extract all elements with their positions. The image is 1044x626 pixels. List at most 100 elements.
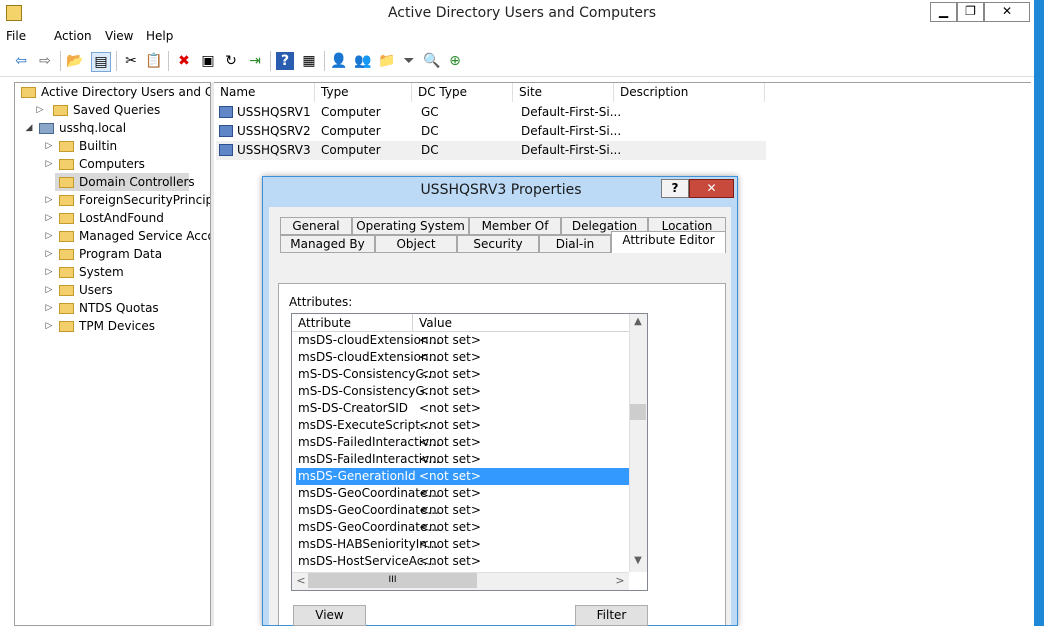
column-header-type[interactable]: Type	[315, 83, 412, 102]
expand-icon[interactable]: ▷	[44, 281, 54, 299]
attribute-row[interactable]: msDS-HostServiceAc... <not set>	[296, 553, 629, 570]
column-header-dc-type[interactable]: DC Type	[412, 83, 513, 102]
menu-action[interactable]: Action	[54, 28, 92, 46]
toolbar: ⇦ ⇨ 📂 ▤ ✂ 📋 ✖ ▣ ↻ ⇥ ? ▦ 👤 👥 📁 ⏷ 🔍 ⊕	[0, 46, 1034, 77]
expand-icon[interactable]: ▷	[44, 209, 54, 227]
dialog-close-button[interactable]: ✕	[689, 179, 734, 198]
tab-operating-system[interactable]: Operating System	[352, 217, 469, 235]
help-icon[interactable]: ?	[276, 52, 294, 70]
list-row[interactable]: USSHQSRV1 Computer GC Default-First-Si..…	[216, 103, 766, 122]
view-button[interactable]: View	[293, 605, 366, 626]
minimize-button[interactable]: ▁	[930, 2, 957, 22]
computer-icon	[219, 144, 233, 156]
menu-help[interactable]: Help	[146, 28, 173, 46]
tab-managed-by[interactable]: Managed By	[280, 235, 375, 253]
expand-icon[interactable]: ▷	[44, 137, 54, 155]
find-icon[interactable]: 🔍	[423, 52, 441, 70]
new-user-icon[interactable]: 👤	[330, 52, 348, 70]
folder-icon	[59, 231, 74, 242]
attribute-row[interactable]: msDS-cloudExtension... <not set>	[296, 332, 629, 349]
attribute-row-selected[interactable]: msDS-GenerationId <not set>	[296, 468, 629, 485]
tab-dial-in[interactable]: Dial-in	[539, 235, 611, 253]
delete-icon[interactable]: ✖	[175, 52, 193, 70]
attribute-row[interactable]: msDS-HABSeniorityIn... <not set>	[296, 536, 629, 553]
computer-icon	[219, 125, 233, 137]
properties-icon[interactable]: ▣	[199, 52, 217, 70]
attribute-row[interactable]: msDS-FailedInteractiv... <not set>	[296, 451, 629, 468]
attribute-list[interactable]: Attribute Value msDS-cloudExtension... <n…	[291, 313, 648, 591]
attribute-row[interactable]: msDS-GeoCoordinate... <not set>	[296, 519, 629, 536]
scroll-up-icon[interactable]: ▲	[630, 316, 646, 327]
expand-icon[interactable]: ▷	[44, 155, 54, 173]
tab-general[interactable]: General	[280, 217, 352, 235]
attribute-row[interactable]: msDS-FailedInteractiv... <not set>	[296, 434, 629, 451]
tab-security[interactable]: Security	[457, 235, 539, 253]
toolbar-separator	[270, 51, 271, 71]
paste-icon[interactable]: 📋	[145, 52, 163, 70]
column-header-value[interactable]: Value	[413, 314, 629, 332]
scroll-right-icon[interactable]: >	[612, 574, 628, 587]
expand-icon[interactable]: ▷	[44, 245, 54, 263]
expand-icon[interactable]: ▷	[44, 263, 54, 281]
tab-object[interactable]: Object	[375, 235, 457, 253]
column-header-name[interactable]: Name	[214, 83, 315, 102]
close-button[interactable]: ✕	[984, 2, 1030, 22]
tree-pane[interactable]: Active Directory Users and Com ▷ Saved Q…	[14, 82, 210, 626]
dialog-body: General Operating System Member Of Deleg…	[269, 207, 731, 626]
column-header-description[interactable]: Description	[614, 83, 765, 102]
computer-icon	[219, 106, 233, 118]
tab-member-of[interactable]: Member Of	[469, 217, 561, 235]
refresh-icon[interactable]: ↻	[222, 52, 240, 70]
dialog-help-button[interactable]: ?	[661, 179, 689, 198]
attribute-row[interactable]: msDS-cloudExtension... <not set>	[296, 349, 629, 366]
folder-icon	[59, 213, 74, 224]
maximize-button[interactable]: ❐	[957, 2, 984, 22]
expand-icon[interactable]: ▷	[35, 101, 45, 119]
folder-icon	[59, 195, 74, 206]
expand-icon[interactable]: ▷	[44, 299, 54, 317]
attribute-row[interactable]: mS-DS-ConsistencyC... <not set>	[296, 366, 629, 383]
expand-icon[interactable]: ▷	[44, 191, 54, 209]
back-arrow-icon[interactable]: ⇦	[12, 52, 30, 70]
list-row[interactable]: USSHQSRV3 Computer DC Default-First-Si..…	[216, 141, 766, 160]
column-header-site[interactable]: Site	[513, 83, 614, 102]
forward-arrow-icon[interactable]: ⇨	[36, 52, 54, 70]
scroll-left-icon[interactable]: <	[293, 574, 309, 587]
filter-icon[interactable]: ⏷	[400, 52, 418, 70]
attribute-row[interactable]: mS-DS-ConsistencyG... <not set>	[296, 383, 629, 400]
attribute-row[interactable]: msDS-GeoCoordinate... <not set>	[296, 502, 629, 519]
toolbar-separator	[324, 51, 325, 71]
filter-button[interactable]: Filter	[575, 605, 648, 626]
vertical-scrollbar[interactable]	[629, 314, 647, 572]
column-header-attribute[interactable]: Attribute	[292, 314, 413, 332]
menu-file[interactable]: File	[6, 28, 26, 46]
cut-icon[interactable]: ✂	[122, 52, 140, 70]
scroll-down-icon[interactable]: ▼	[630, 555, 646, 566]
add-to-group-icon[interactable]: ⊕	[446, 52, 464, 70]
expand-icon[interactable]: ▷	[44, 227, 54, 245]
collapse-icon[interactable]: ◢	[24, 119, 34, 137]
menu-view[interactable]: View	[105, 28, 133, 46]
toolbar-separator	[60, 51, 61, 71]
properties-dialog: USSHQSRV3 Properties ? ✕ General Operati…	[262, 176, 738, 626]
tab-attribute-editor[interactable]: Attribute Editor	[611, 231, 726, 253]
tree-item-domain-controllers[interactable]: Domain Controllers	[55, 173, 195, 191]
ou-folder-icon	[59, 177, 74, 188]
list-row[interactable]: USSHQSRV2 Computer DC Default-First-Si..…	[216, 122, 766, 141]
vertical-scroll-thumb[interactable]	[630, 404, 646, 420]
new-group-icon[interactable]: 👥	[354, 52, 372, 70]
horizontal-scroll-thumb[interactable]: III	[308, 573, 477, 588]
console-icon[interactable]: ▦	[300, 52, 318, 70]
show-tree-icon[interactable]: ▤	[91, 52, 111, 72]
new-ou-icon[interactable]: 📁	[378, 52, 396, 70]
window-edge	[1034, 0, 1044, 626]
expand-icon[interactable]: ▷	[44, 317, 54, 335]
folder-icon	[59, 285, 74, 296]
attribute-row[interactable]: msDS-ExecuteScript... <not set>	[296, 417, 629, 434]
attribute-row[interactable]: msDS-GeoCoordinate... <not set>	[296, 485, 629, 502]
export-list-icon[interactable]: ⇥	[246, 52, 264, 70]
attribute-row[interactable]: mS-DS-CreatorSID <not set>	[296, 400, 629, 417]
console-root-icon	[21, 87, 36, 98]
folder-icon	[59, 321, 74, 332]
up-folder-icon[interactable]: 📂	[66, 52, 84, 70]
